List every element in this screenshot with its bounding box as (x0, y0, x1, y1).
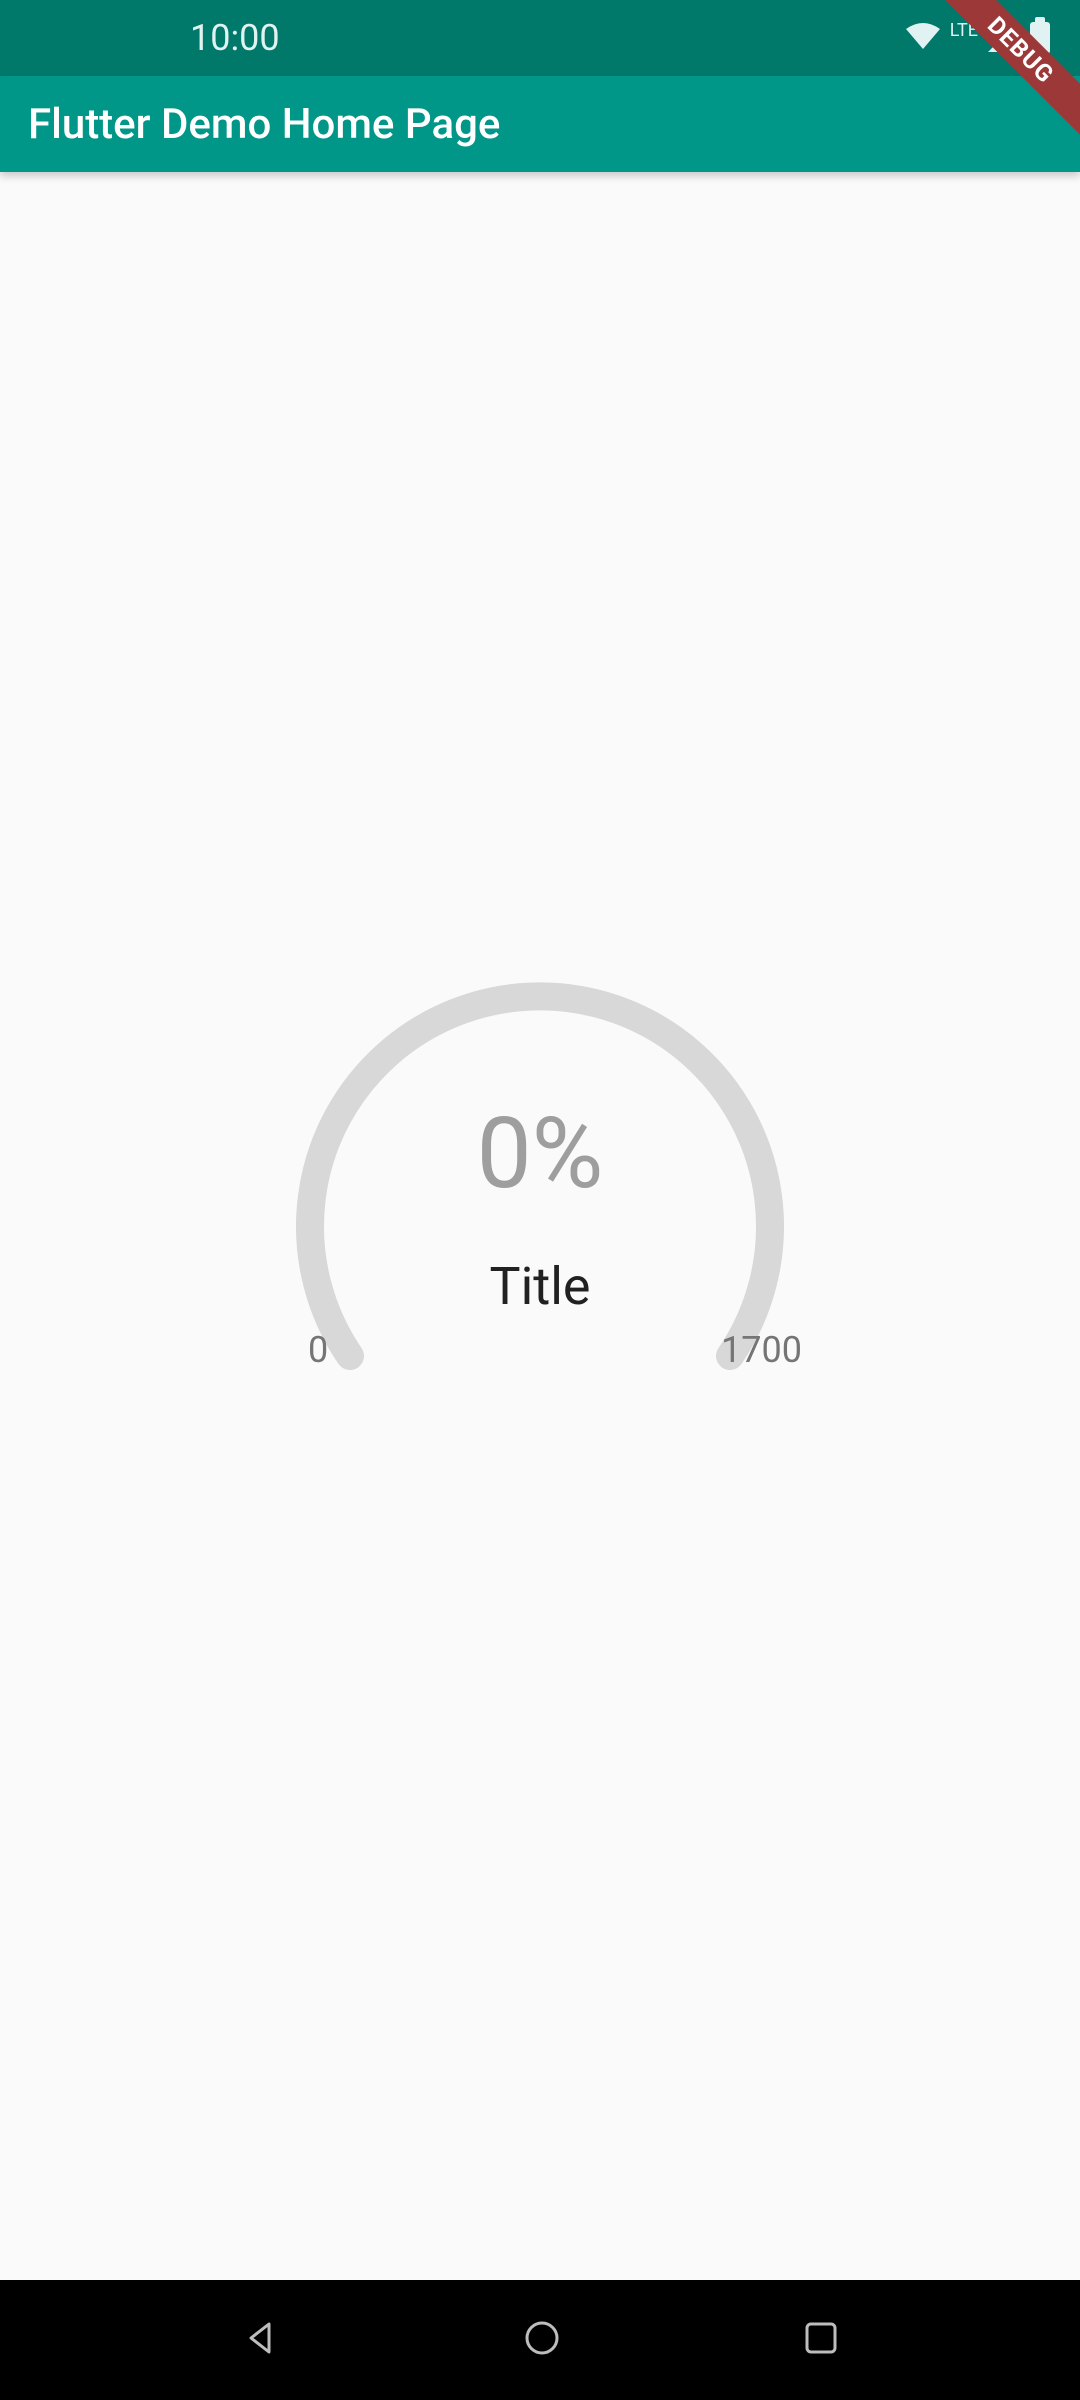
gauge-title: Title (490, 1256, 591, 1317)
gauge-min-label: 0 (308, 1329, 328, 1371)
body-content: 0% Title 0 1700 (0, 172, 1080, 2280)
gauge-max-label: 1700 (721, 1329, 802, 1371)
gauge-percent-value: 0% (477, 1096, 604, 1211)
nav-back-icon[interactable] (241, 2318, 281, 2362)
gauge-center: 0% Title (290, 976, 790, 1476)
status-time: 10:00 (190, 17, 280, 59)
nav-recent-icon[interactable] (803, 2320, 839, 2360)
nav-home-icon[interactable] (522, 2318, 562, 2362)
gauge-chart: 0% Title 0 1700 (290, 976, 790, 1476)
wifi-icon (904, 21, 942, 55)
status-bar: 10:00 LTE (0, 0, 1080, 76)
android-nav-bar (0, 2280, 1080, 2400)
app-bar: Flutter Demo Home Page (0, 76, 1080, 172)
app-bar-title: Flutter Demo Home Page (28, 100, 500, 149)
